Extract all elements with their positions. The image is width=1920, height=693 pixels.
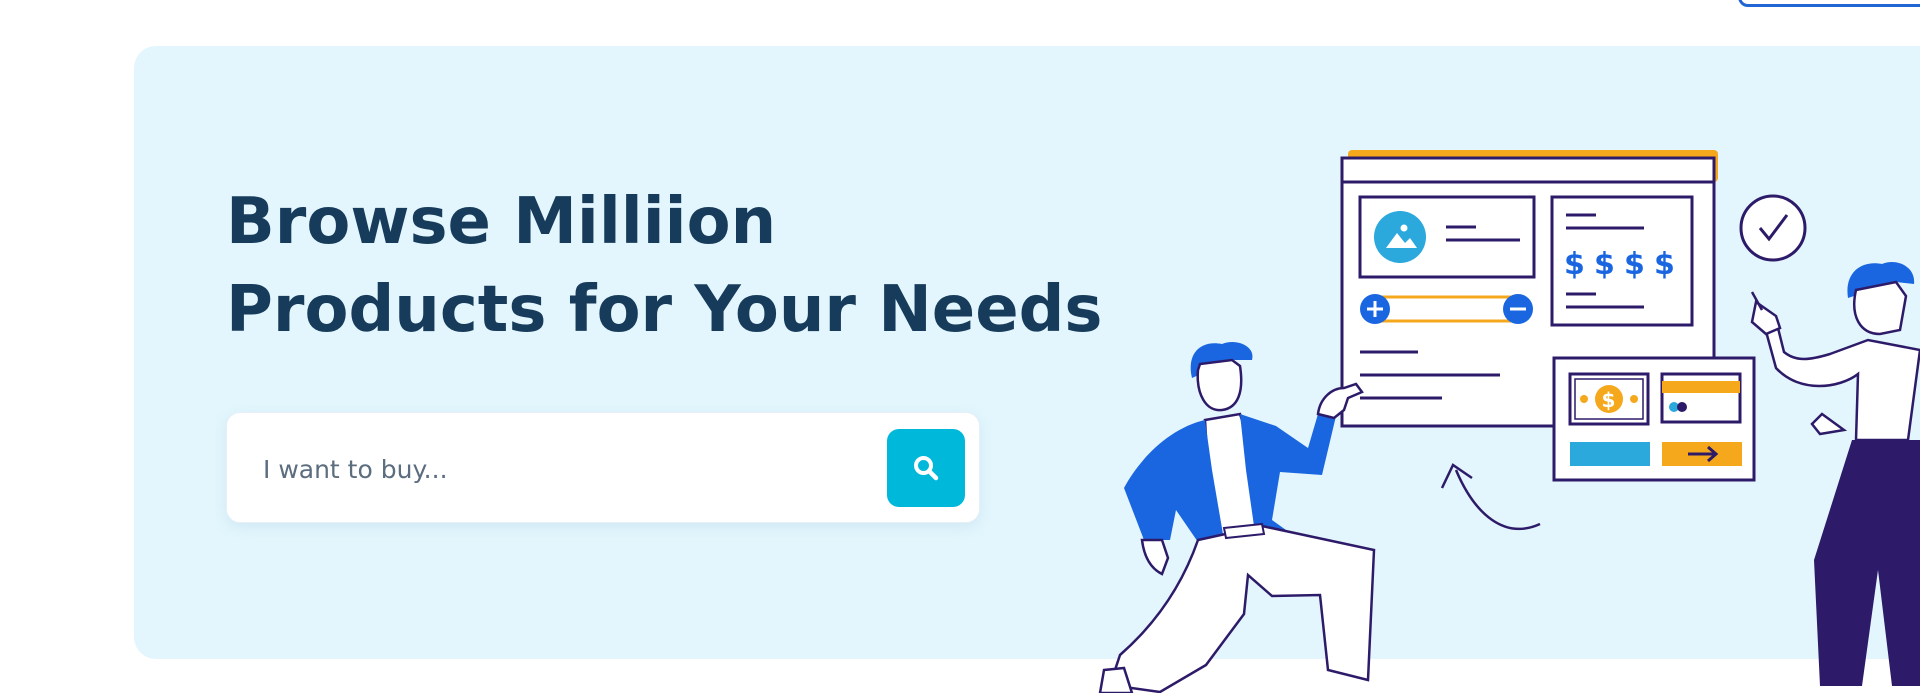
price-symbol: $ xyxy=(1654,247,1675,282)
curved-arrow-icon xyxy=(1440,463,1541,530)
price-symbol: $ xyxy=(1564,247,1585,282)
person-left-illustration xyxy=(1098,341,1376,693)
hero-title-line-2: Products for Your Needs xyxy=(226,273,1103,347)
search-bar xyxy=(226,412,980,523)
image-icon xyxy=(1374,211,1426,263)
payment-card-illustration: $ xyxy=(1552,356,1756,482)
search-icon xyxy=(914,456,939,481)
plus-icon xyxy=(1360,294,1390,324)
header-outline-button[interactable] xyxy=(1738,0,1920,7)
minus-icon xyxy=(1503,294,1533,324)
shopping-illustration: $ $ $ $ $ xyxy=(1098,150,1920,693)
hero-title-line-1: Browse Milliion xyxy=(226,185,777,259)
person-right-illustration xyxy=(1750,262,1920,686)
search-input[interactable] xyxy=(261,443,865,495)
price-symbol: $ xyxy=(1594,247,1615,282)
search-button[interactable] xyxy=(887,429,965,507)
hero-title: Browse Milliion Products for Your Needs xyxy=(226,178,1126,354)
check-icon xyxy=(1739,194,1807,262)
price-symbol: $ xyxy=(1624,247,1645,282)
bill-symbol: $ xyxy=(1602,388,1616,412)
page: Browse Milliion Products for Your Needs xyxy=(0,0,1920,693)
